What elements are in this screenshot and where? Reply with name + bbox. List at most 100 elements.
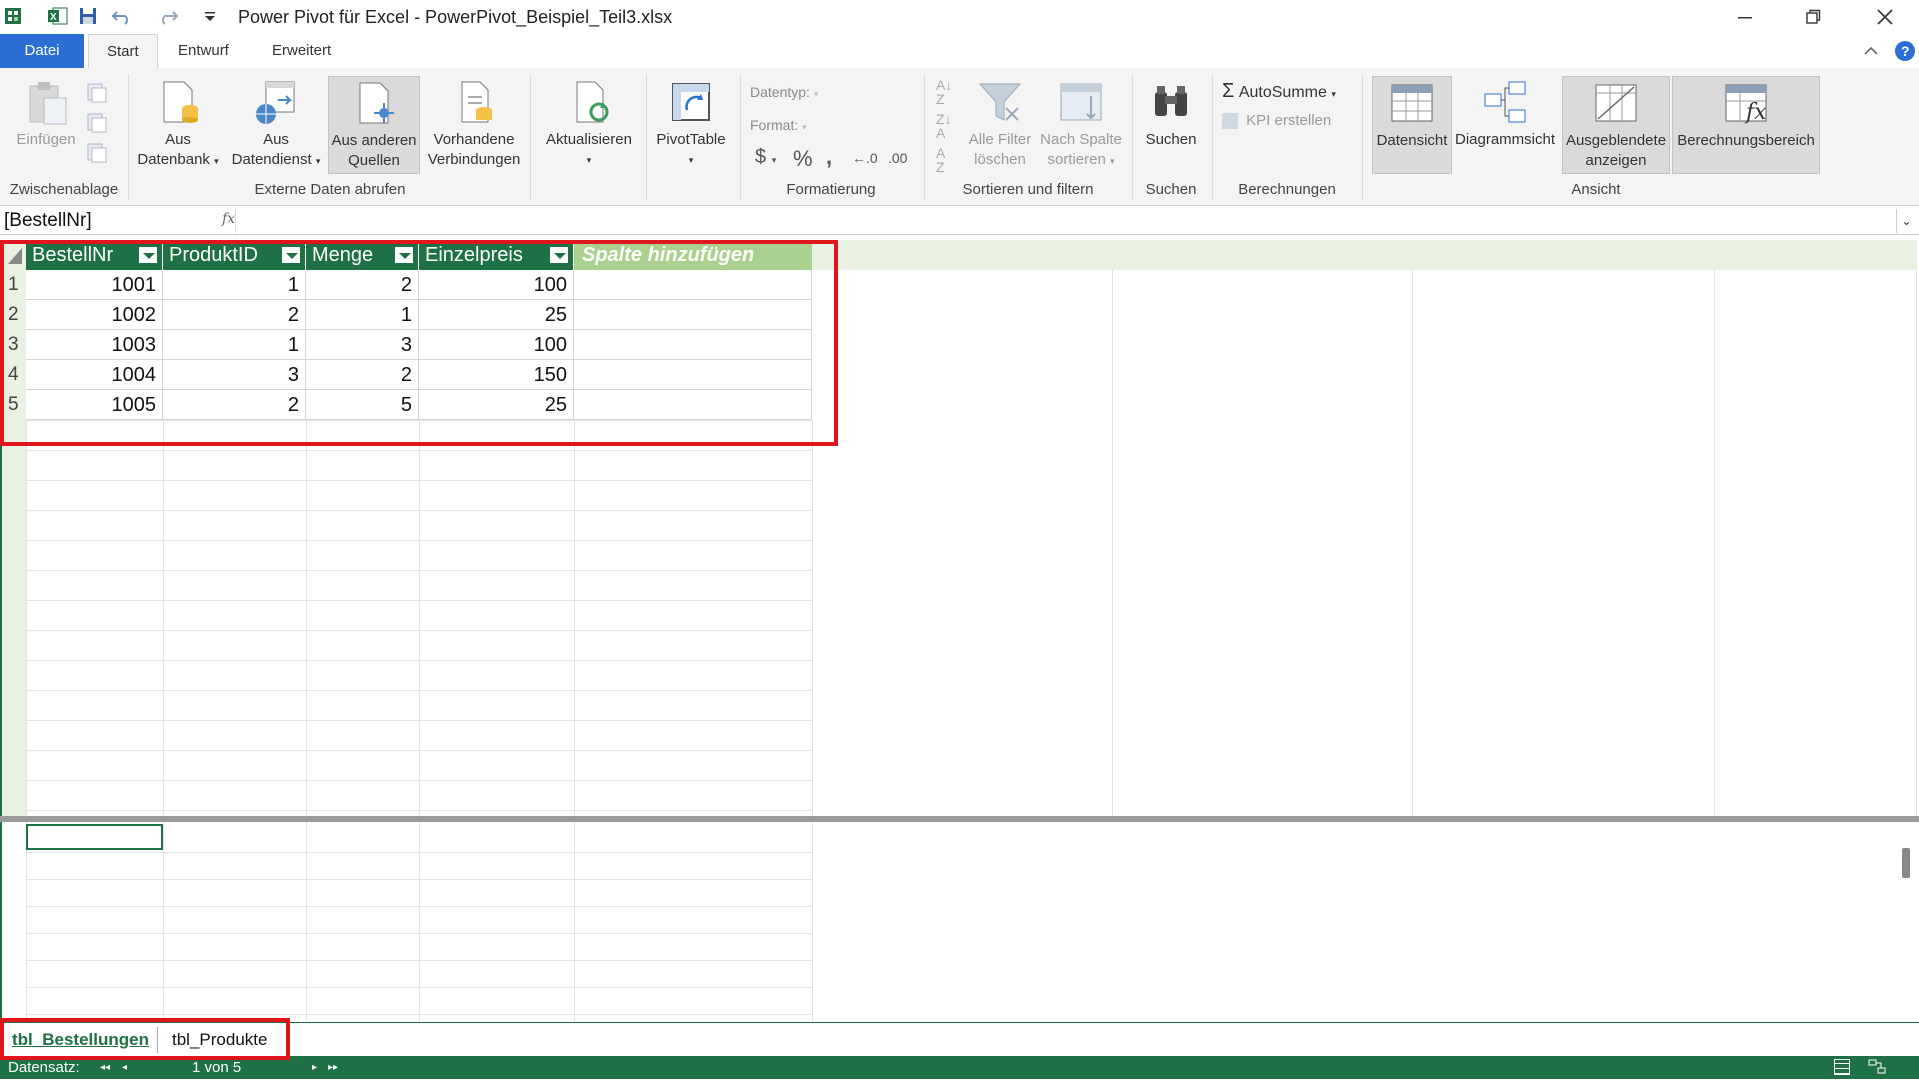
show-hidden-button[interactable]: Ausgeblendete anzeigen [1562,76,1670,174]
datatype-dropdown[interactable]: Datentyp: ▾ [750,84,818,100]
redo-icon[interactable] [156,4,180,28]
svg-text:fx: fx [1744,100,1767,125]
group-separator [740,74,741,200]
currency-button[interactable]: $ ▾ [755,146,776,169]
autosum-button[interactable]: Σ AutoSumme ▾ [1222,80,1336,103]
thousands-separator-button[interactable]: , [826,144,832,170]
grid-line [26,690,812,691]
format-copy-icon[interactable] [84,142,108,169]
grid-line [26,810,812,811]
grid-line [26,960,812,961]
binoculars-icon [1155,86,1187,116]
grid-line [812,822,813,1022]
chevron-down-icon: ▾ [813,89,819,99]
save-icon[interactable] [76,4,100,28]
database-icon [163,81,198,123]
name-box[interactable]: [BestellNr] [4,209,236,233]
calculation-area-label: Berechnungsbereich [1677,132,1815,149]
chevron-down-icon: ▾ [315,156,321,166]
chevron-down-icon: ▾ [586,155,592,165]
pivottable-button[interactable]: PivotTable ▾ [652,78,730,170]
restore-icon[interactable] [1778,0,1848,34]
grid-line [26,660,812,661]
last-record-icon[interactable]: ▸▸ [328,1056,338,1079]
create-kpi-button[interactable]: KPI erstellen [1222,112,1331,130]
grid-line [26,630,812,631]
existing-connections-button[interactable]: Vorhandene Verbindungen [424,78,524,170]
refresh-button[interactable]: Aktualisieren ▾ [536,78,642,170]
tab-design[interactable]: Entwurf [160,34,247,68]
group-separator [1362,74,1363,200]
undo-icon[interactable] [110,4,134,28]
show-hidden-label-1: Ausgeblendete [1565,132,1667,149]
clear-all-filters-button[interactable]: Alle Filter löschen [960,78,1040,170]
ribbon-tabs: Datei Start Entwurf Erweitert ? [0,34,1919,68]
grid-line [26,510,812,511]
other-sources-label-1: Aus anderen [331,132,417,149]
calculation-area-button[interactable]: fx Berechnungsbereich [1672,76,1820,174]
tab-advanced[interactable]: Erweitert [254,34,349,68]
autosum-label: AutoSumme [1238,84,1327,101]
collapse-ribbon-icon[interactable] [1862,42,1880,65]
grid-line [26,879,812,880]
existing-connections-label-2: Verbindungen [427,151,521,168]
grid-line [812,420,813,816]
excel-icon[interactable]: X [46,4,70,28]
customize-icon[interactable] [198,4,222,28]
data-view-icon [1391,84,1433,122]
close-icon[interactable] [1850,0,1919,34]
grid-line [1916,270,1917,816]
percent-button[interactable]: % [793,146,813,172]
from-data-service-button[interactable]: Aus Datendienst ▾ [226,78,326,171]
sort-desc-icon[interactable]: Z↓ A [936,112,952,140]
grid-line [26,540,812,541]
data-service-icon [256,81,295,124]
from-other-sources-button[interactable]: Aus anderen Quellen [328,76,420,174]
sigma-icon: Σ [1222,80,1235,102]
vertical-scrollbar[interactable] [1902,848,1910,878]
sort-by-column-button[interactable]: Nach Spalte sortieren ▾ [1036,78,1126,171]
other-sources-icon [359,82,394,124]
fx-icon[interactable]: fx [222,211,235,227]
from-service-label-2: Datendienst [231,151,312,168]
selected-calc-cell[interactable] [26,824,163,850]
next-record-icon[interactable]: ▸ [312,1056,317,1079]
clear-filters-label-1: Alle Filter [968,131,1032,148]
group-label-formatting: Formatierung [786,181,876,198]
currency-label: $ [755,146,767,168]
format-dropdown[interactable]: Format: ▾ [750,117,807,133]
help-icon[interactable]: ? [1894,40,1916,67]
formula-input[interactable] [246,209,1892,233]
search-button[interactable]: Suchen [1138,78,1204,150]
tab-file[interactable]: Datei [0,34,84,68]
data-view-label: Datensicht [1376,132,1448,149]
expand-formula-icon[interactable]: ⌄ [1896,209,1916,233]
copy-icon[interactable] [84,82,108,109]
chevron-down-icon: ▾ [688,155,694,165]
tab-start[interactable]: Start [88,34,158,68]
grid-line [1714,270,1715,816]
data-view-button[interactable]: Datensicht [1372,76,1452,174]
svg-text:X: X [50,12,57,23]
grid-line [26,570,812,571]
group-label-calculations: Berechnungen [1238,181,1336,198]
sort-asc-icon[interactable]: A↓ Z [936,78,952,106]
decrease-decimal-button[interactable]: .00 [888,150,907,166]
sort-by-column-label-1: Nach Spalte [1040,131,1122,148]
increase-decimal-button[interactable]: ←.0 [852,150,878,166]
grid-line [1112,270,1113,816]
grid-view-icon[interactable] [1834,1059,1850,1075]
group-label-view: Ansicht [1571,181,1621,198]
diagram-view-status-icon[interactable] [1868,1059,1886,1075]
from-database-button[interactable]: Aus Datenbank ▾ [134,78,222,171]
minimize-icon[interactable] [1710,0,1780,34]
clipboard-icon [29,82,67,125]
show-hidden-label-2: anzeigen [1585,152,1647,169]
grid-line [26,1014,812,1015]
paste-button[interactable]: Einfügen [8,78,84,150]
grid-line [26,852,812,853]
refresh-label: Aktualisieren [546,131,632,148]
clear-sort-icon[interactable]: AZ [936,146,945,174]
diagram-view-button[interactable]: Diagrammsicht [1452,78,1558,150]
cut-icon[interactable] [84,112,108,139]
